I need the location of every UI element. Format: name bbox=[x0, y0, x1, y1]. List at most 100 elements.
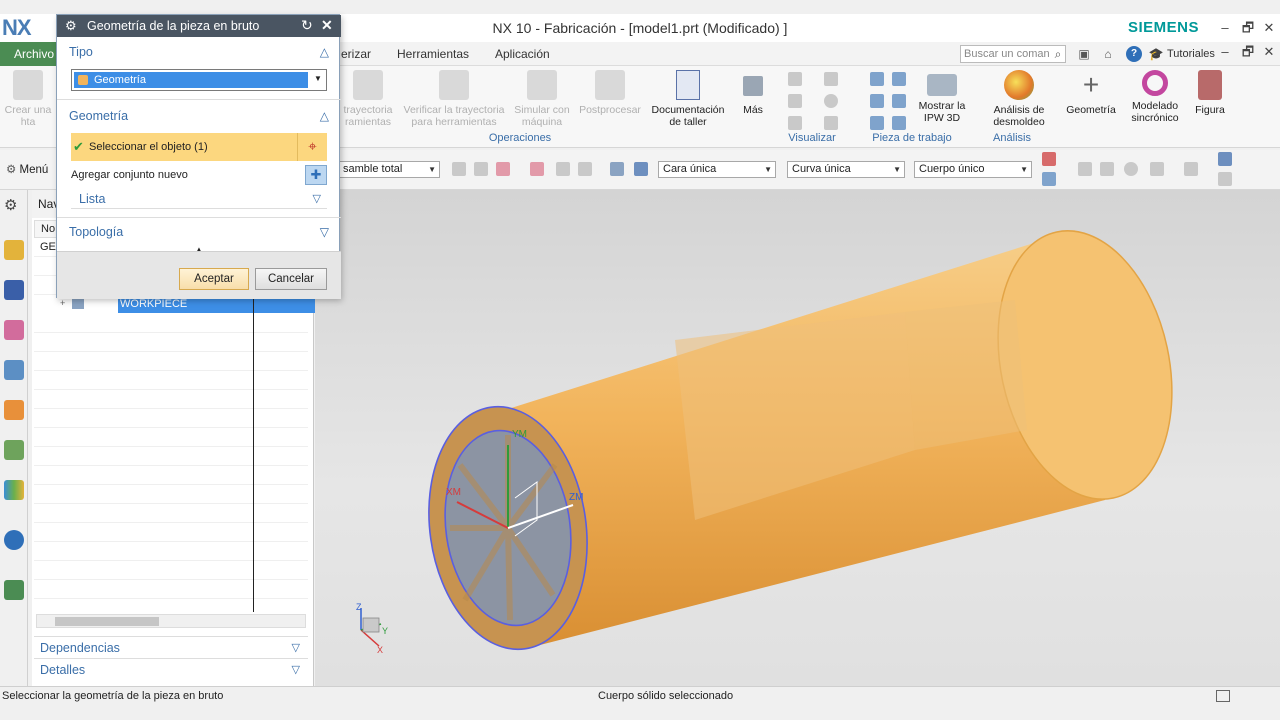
home-icon[interactable]: ⌂ bbox=[1100, 46, 1116, 62]
display-icon-2[interactable] bbox=[824, 72, 838, 86]
view-icon[interactable]: ▣ bbox=[1076, 46, 1092, 62]
geometry-section-label: Geometría bbox=[69, 109, 129, 123]
body-icon[interactable] bbox=[610, 162, 624, 176]
list-toggle[interactable]: Lista ▽ bbox=[71, 189, 327, 209]
graphics-viewport[interactable]: YM XM ZM Z Y X bbox=[315, 190, 1280, 686]
synchronous-modeling-button[interactable]: Modelado sincrónico bbox=[1122, 70, 1188, 124]
dependencies-section[interactable]: Dependencias ▽ bbox=[34, 636, 308, 658]
workpiece-icon-6[interactable] bbox=[892, 116, 906, 130]
search-icon[interactable]: ⌕ bbox=[1050, 46, 1066, 62]
details-section[interactable]: Detalles ▽ bbox=[34, 658, 308, 680]
filter-icon[interactable] bbox=[1042, 152, 1056, 166]
layout-icon[interactable] bbox=[1150, 162, 1164, 176]
horizontal-scrollbar[interactable] bbox=[36, 614, 306, 628]
snap-icon-1[interactable] bbox=[452, 162, 466, 176]
shop-docs-button[interactable]: Documentación de taller bbox=[646, 70, 730, 128]
workpiece-icon-3[interactable] bbox=[870, 94, 884, 108]
more-button[interactable]: Más bbox=[736, 70, 770, 116]
face-rule-combo[interactable]: Cara única ▼ bbox=[658, 161, 776, 178]
display-icon-4[interactable] bbox=[824, 94, 838, 108]
column-divider[interactable] bbox=[253, 286, 254, 612]
curve-rule-combo[interactable]: Curva única ▼ bbox=[787, 161, 905, 178]
draft-analysis-button[interactable]: Análisis de desmoldeo bbox=[982, 70, 1056, 128]
select-object-row[interactable]: ✔ Seleccionar el objeto (1) bbox=[71, 133, 297, 161]
ok-button[interactable]: Aceptar bbox=[179, 268, 249, 290]
snap-icon-4[interactable] bbox=[530, 162, 544, 176]
rotate-icon[interactable] bbox=[1124, 162, 1138, 176]
topology-section-header[interactable]: Topología ▽ bbox=[63, 221, 335, 243]
part-model[interactable]: YM XM ZM Z Y X bbox=[315, 190, 1280, 686]
help-icon[interactable]: ? bbox=[1126, 46, 1142, 62]
assembly-navigator-icon[interactable] bbox=[4, 360, 24, 380]
display-icon-5[interactable] bbox=[788, 116, 802, 130]
web-browser-icon[interactable] bbox=[4, 580, 24, 600]
snap-icon-3[interactable] bbox=[496, 162, 510, 176]
workpiece-icon-2[interactable] bbox=[892, 72, 906, 86]
reset-icon[interactable]: ↻ bbox=[301, 17, 313, 34]
close-window-button[interactable]: ✕ bbox=[1258, 14, 1280, 42]
machine-tool-icon[interactable] bbox=[4, 280, 24, 300]
show-ipw-button[interactable]: Mostrar la IPW 3D bbox=[914, 70, 970, 124]
display-icon-3[interactable] bbox=[788, 94, 802, 108]
inner-minimize-button[interactable]: – bbox=[1214, 40, 1236, 64]
hd3d-icon[interactable] bbox=[4, 440, 24, 460]
view-triad: Z Y X bbox=[356, 602, 388, 655]
tutorials-link[interactable]: Tutoriales bbox=[1167, 42, 1215, 66]
crosshair-icon[interactable]: ⌖ bbox=[297, 133, 327, 161]
toolpath-button[interactable]: trayectoria ramientas bbox=[338, 70, 398, 128]
menu-item-herramientas[interactable]: Herramientas bbox=[397, 42, 469, 66]
rectangle-select-icon[interactable] bbox=[578, 162, 592, 176]
part-navigator-icon[interactable] bbox=[4, 320, 24, 340]
menu-item-partial[interactable]: erizar bbox=[341, 42, 371, 66]
reuse-library-icon[interactable] bbox=[4, 400, 24, 420]
geometry-section-header[interactable]: Geometría △ bbox=[63, 105, 335, 127]
restore-button[interactable]: 🗗 bbox=[1237, 14, 1259, 42]
type-select[interactable]: Geometría ▼ bbox=[71, 69, 327, 91]
menu-button[interactable]: ⚙ Menú bbox=[6, 162, 48, 176]
file-tab[interactable]: Archivo bbox=[0, 42, 58, 66]
info-icon[interactable] bbox=[4, 530, 24, 550]
gear-icon[interactable]: ⚙ bbox=[65, 18, 77, 34]
draft-analysis-icon bbox=[1004, 70, 1034, 100]
toolpath-label: trayectoria ramientas bbox=[343, 104, 393, 128]
cube-icon[interactable] bbox=[634, 162, 648, 176]
shop-docs-icon bbox=[676, 70, 700, 100]
display-icon-1[interactable] bbox=[788, 72, 802, 86]
close-icon[interactable]: ✕ bbox=[321, 17, 333, 34]
assembly-filter-combo[interactable]: samble total ▼ bbox=[338, 161, 440, 178]
scrollbar-thumb[interactable] bbox=[55, 617, 159, 626]
view-orient-icon[interactable] bbox=[1218, 172, 1232, 186]
verify-toolpath-button[interactable]: Verificar la trayectoria para herramient… bbox=[400, 70, 508, 128]
inner-restore-button[interactable]: 🗗 bbox=[1237, 40, 1259, 64]
body-rule-combo[interactable]: Cuerpo único ▼ bbox=[914, 161, 1032, 178]
gear-icon[interactable]: ⚙ bbox=[4, 196, 17, 214]
display-icon-6[interactable] bbox=[824, 116, 838, 130]
inner-close-button[interactable]: ✕ bbox=[1258, 40, 1280, 64]
fit-icon[interactable] bbox=[1078, 162, 1092, 176]
fullscreen-icon[interactable] bbox=[1216, 690, 1230, 702]
snap-icon-2[interactable] bbox=[474, 162, 488, 176]
workpiece-icon-5[interactable] bbox=[870, 116, 884, 130]
expand-icon[interactable]: + bbox=[60, 298, 65, 308]
workpiece-icon-1[interactable] bbox=[870, 72, 884, 86]
minimize-button[interactable]: – bbox=[1214, 14, 1236, 42]
menu-item-aplicacion[interactable]: Aplicación bbox=[495, 42, 550, 66]
add-new-set-button[interactable]: ✚ bbox=[305, 165, 327, 185]
type-section-header[interactable]: Tipo △ bbox=[63, 41, 335, 63]
figure-button[interactable]: Figura bbox=[1190, 70, 1230, 116]
geometry-button[interactable]: + Geometría bbox=[1062, 70, 1120, 117]
postprocess-button[interactable]: Postprocesar bbox=[576, 70, 644, 116]
zoom-icon[interactable] bbox=[1100, 162, 1114, 176]
operation-navigator-icon[interactable] bbox=[4, 240, 24, 260]
render-icon[interactable] bbox=[1184, 162, 1198, 176]
zm-label: ZM bbox=[569, 492, 583, 503]
view-cube-icon[interactable] bbox=[1218, 152, 1232, 166]
snap-icon-5[interactable] bbox=[556, 162, 570, 176]
create-tool-button[interactable]: Crear una hta bbox=[4, 70, 52, 128]
workpiece-icon-4[interactable] bbox=[892, 94, 906, 108]
history-icon[interactable] bbox=[4, 480, 24, 500]
arrow-icon[interactable] bbox=[1042, 172, 1056, 186]
cancel-button[interactable]: Cancelar bbox=[255, 268, 327, 290]
section-divider bbox=[57, 99, 341, 100]
simulate-machine-button[interactable]: Simular con máquina bbox=[510, 70, 574, 128]
